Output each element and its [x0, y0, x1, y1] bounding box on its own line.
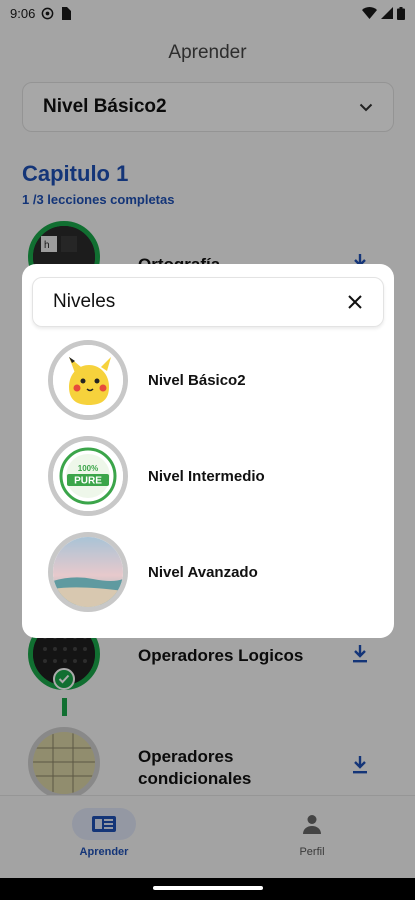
- close-button[interactable]: [347, 294, 363, 310]
- level-option-basico2[interactable]: Nivel Básico2: [48, 339, 378, 421]
- svg-text:PURE: PURE: [74, 476, 102, 487]
- system-navigation-bar: [0, 878, 415, 900]
- svg-text:100%: 100%: [78, 464, 98, 473]
- levels-dialog: Niveles Nivel Básico2 100% PURE Nivel Int…: [22, 264, 394, 638]
- level-option-label: Nivel Intermedio: [148, 467, 265, 485]
- 100-pure-badge-icon: 100% PURE: [48, 436, 128, 516]
- close-icon: [348, 295, 362, 309]
- landscape-avatar-icon: [48, 532, 128, 612]
- pikachu-avatar-icon: [48, 340, 128, 420]
- level-option-label: Nivel Básico2: [148, 371, 246, 389]
- dialog-title: Niveles: [53, 291, 116, 312]
- app-screen: 9:06 Aprender Nivel Básico2 Capitulo 1 1…: [0, 0, 415, 878]
- level-option-label: Nivel Avanzado: [148, 563, 258, 581]
- home-indicator[interactable]: [153, 886, 263, 890]
- dialog-header: Niveles: [32, 277, 384, 327]
- level-option-intermedio[interactable]: 100% PURE Nivel Intermedio: [48, 435, 378, 517]
- level-option-avanzado[interactable]: Nivel Avanzado: [48, 531, 378, 613]
